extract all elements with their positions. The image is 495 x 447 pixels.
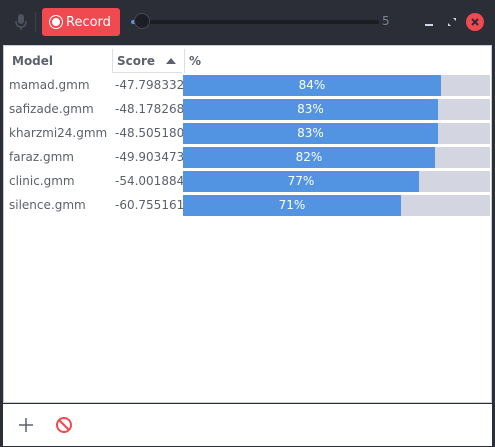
no-entry-icon: [56, 417, 72, 433]
percent-label: 77%: [287, 174, 315, 188]
percent-progress-bar: 82%: [183, 147, 490, 168]
table-row[interactable]: clinic.gmm -54.001884 77%: [4, 169, 491, 193]
model-name: silence.gmm: [9, 198, 86, 212]
plus-icon: [19, 418, 33, 432]
minimize-icon: [425, 24, 433, 26]
record-button[interactable]: Record: [42, 8, 120, 36]
percent-label: 82%: [295, 150, 323, 164]
table-row[interactable]: faraz.gmm -49.903473 82%: [4, 145, 491, 169]
percent-progress-bar: 83%: [183, 123, 490, 144]
table-row[interactable]: kharzmi24.gmm -48.505180 83%: [4, 121, 491, 145]
score-value: -49.903473: [115, 150, 185, 164]
score-value: -54.001884: [115, 174, 185, 188]
add-button[interactable]: [15, 414, 37, 436]
results-table: Model Score % mamad.gmm -47.798332 84% safi…: [3, 45, 492, 403]
clear-button[interactable]: [53, 414, 75, 436]
slider-handle[interactable]: [134, 13, 150, 29]
model-name: mamad.gmm: [9, 78, 90, 92]
percent-label: 84%: [298, 78, 326, 92]
close-button[interactable]: [466, 13, 484, 31]
model-name: faraz.gmm: [9, 150, 74, 164]
maximize-button[interactable]: [443, 13, 461, 31]
toolbar-separator: [35, 12, 36, 32]
record-icon: [50, 16, 62, 28]
table-row[interactable]: mamad.gmm -47.798332 84%: [4, 73, 491, 97]
record-label: Record: [66, 14, 111, 30]
minimize-button[interactable]: [420, 13, 438, 31]
percent-label: 83%: [297, 102, 324, 116]
model-name: safizade.gmm: [9, 102, 94, 116]
column-header-model[interactable]: Model: [12, 49, 53, 73]
percent-label: 83%: [297, 126, 324, 140]
sort-ascending-icon: [166, 58, 176, 64]
duration-slider[interactable]: [131, 20, 379, 24]
score-value: -48.178268: [115, 102, 185, 116]
model-name: clinic.gmm: [9, 174, 75, 188]
percent-progress-bar: 83%: [183, 99, 490, 120]
footer-toolbar: [3, 404, 492, 446]
score-value: -48.505180: [115, 126, 185, 140]
table-header: Model Score %: [4, 49, 491, 73]
percent-progress-bar: 84%: [183, 75, 490, 96]
slider-max-label: 5: [382, 14, 390, 28]
table-row[interactable]: silence.gmm -60.755161 71%: [4, 193, 491, 217]
close-icon: [471, 18, 479, 26]
maximize-icon: [448, 18, 456, 26]
score-value: -47.798332: [115, 78, 185, 92]
titlebar: Record 5: [0, 0, 495, 44]
table-row[interactable]: safizade.gmm -48.178268 83%: [4, 97, 491, 121]
percent-progress-bar: 71%: [183, 195, 490, 216]
column-header-percent[interactable]: %: [184, 49, 489, 73]
column-header-score-label: Score: [117, 54, 156, 68]
model-name: kharzmi24.gmm: [9, 126, 108, 140]
percent-label: 71%: [278, 198, 306, 212]
column-header-score[interactable]: Score: [112, 49, 182, 73]
score-value: -60.755161: [115, 198, 185, 212]
microphone-icon[interactable]: [12, 12, 30, 32]
percent-progress-bar: 77%: [183, 171, 490, 192]
